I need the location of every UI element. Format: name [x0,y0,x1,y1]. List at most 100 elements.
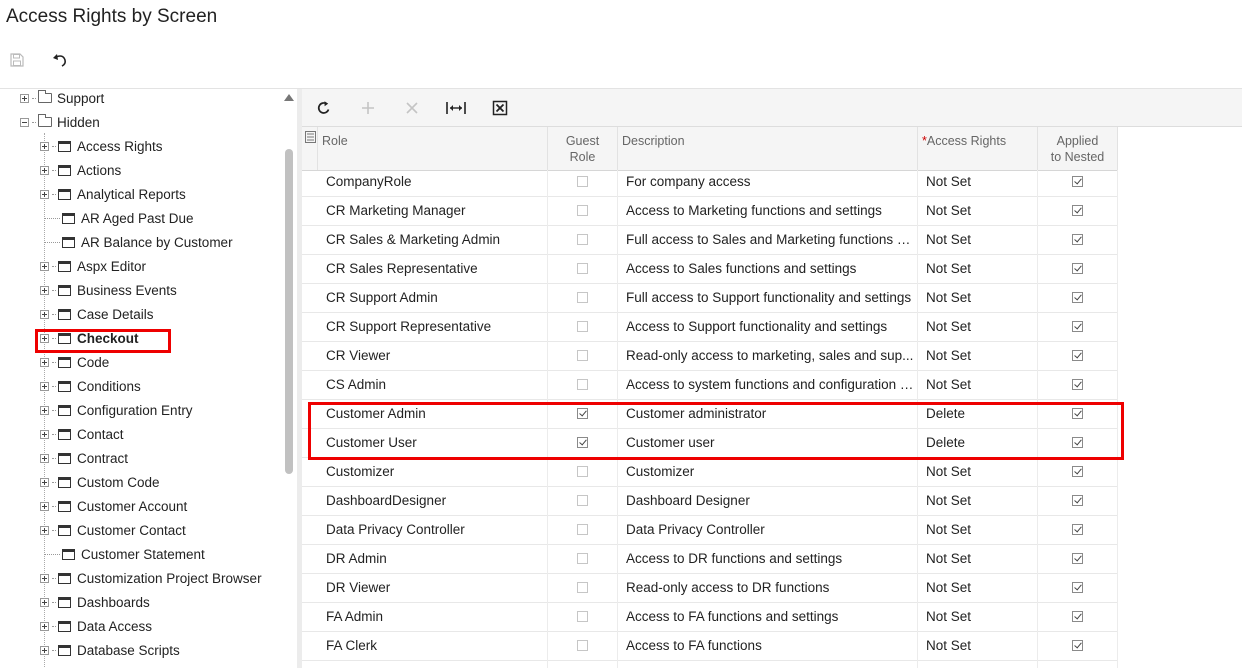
description-cell[interactable]: For company access [622,168,914,196]
guest-role-checkbox[interactable] [577,205,588,216]
applied-to-nested-checkbox[interactable] [1072,553,1083,564]
scroll-thumb[interactable] [285,149,293,474]
tree-node[interactable]: Contact [40,423,124,445]
column-header-access-rights[interactable]: *Access Rights [918,127,1038,170]
expand-icon[interactable] [40,381,49,391]
guest-role-checkbox[interactable] [577,553,588,564]
role-cell[interactable]: FA Clerk [322,632,548,660]
expand-icon[interactable] [40,597,49,607]
expand-icon[interactable] [40,141,49,151]
guest-role-checkbox[interactable] [577,379,588,390]
expand-icon[interactable] [40,645,49,655]
guest-role-checkbox[interactable] [577,524,588,535]
role-cell[interactable]: CR Support Admin [322,284,548,312]
guest-role-checkbox[interactable] [577,640,588,651]
access-rights-cell[interactable]: Not Set [922,313,1038,341]
tree-node[interactable]: Access Rights [40,135,163,157]
tree-node[interactable]: Database Scripts [40,639,180,661]
tree-node[interactable]: Configuration Entry [40,399,193,421]
tree-node[interactable]: Conditions [40,375,141,397]
expand-icon[interactable] [40,189,49,199]
role-cell[interactable]: CS Admin [322,371,548,399]
expand-icon[interactable] [40,477,49,487]
export-excel-icon[interactable] [488,97,512,119]
expand-icon[interactable] [40,429,49,439]
column-settings-icon[interactable] [302,127,318,170]
description-cell[interactable]: Dashboard Designer [622,487,914,515]
access-rights-cell[interactable]: Not Set [922,197,1038,225]
description-cell[interactable]: Access to DR functions and settings [622,545,914,573]
table-row[interactable]: CR Viewer Read-only access to marketing, … [302,342,1118,371]
description-cell[interactable]: Data Privacy Controller [622,516,914,544]
access-rights-cell[interactable]: Not Set [922,255,1038,283]
tree-node[interactable]: Support [20,89,104,109]
column-header-role[interactable]: Role [318,127,548,170]
tree-node[interactable]: Customer Statement [40,543,205,565]
tree-node[interactable]: Dashboards [40,591,150,613]
description-cell[interactable]: Access to Sales functions and settings [622,255,914,283]
description-cell[interactable]: Access to Marketing functions and settin… [622,197,914,225]
expand-icon[interactable] [40,573,49,583]
access-rights-cell[interactable]: Not Set [922,545,1038,573]
tree-node[interactable]: AR Balance by Customer [40,231,233,253]
applied-to-nested-checkbox[interactable] [1072,263,1083,274]
applied-to-nested-checkbox[interactable] [1072,292,1083,303]
description-cell[interactable]: Access to FA functions [622,632,914,660]
add-icon[interactable] [356,97,380,119]
applied-to-nested-checkbox[interactable] [1072,495,1083,506]
scroll-up-icon[interactable] [284,94,294,101]
role-cell[interactable]: DR Viewer [322,574,548,602]
guest-role-checkbox[interactable] [577,582,588,593]
role-cell[interactable]: DashboardDesigner [322,487,548,515]
column-header-guest-role[interactable]: Guest Role [548,127,618,170]
table-row[interactable]: CR Support Representative Access to Suppo… [302,313,1118,342]
guest-role-checkbox[interactable] [577,350,588,361]
expand-icon[interactable] [40,453,49,463]
access-rights-cell[interactable]: Not Set [922,574,1038,602]
description-cell[interactable]: Customizer [622,458,914,486]
description-cell[interactable]: Access to Support functionality and sett… [622,313,914,341]
tree-node[interactable]: Customization Project Browser [40,567,262,589]
guest-role-checkbox[interactable] [577,292,588,303]
description-cell[interactable]: Read-only access to DR functions [622,574,914,602]
access-rights-cell[interactable]: Not Set [922,284,1038,312]
access-rights-cell[interactable]: Not Set [922,458,1038,486]
guest-role-checkbox[interactable] [577,611,588,622]
expand-icon[interactable] [40,357,49,367]
role-cell[interactable]: CR Sales & Marketing Admin [322,226,548,254]
guest-role-checkbox[interactable] [577,466,588,477]
role-cell[interactable]: CompanyRole [322,168,548,196]
table-row[interactable]: Customizer Customizer Not Set [302,458,1118,487]
table-row[interactable]: DR Viewer Read-only access to DR function… [302,574,1118,603]
column-header-applied-to-nested[interactable]: Applied to Nested [1038,127,1118,170]
column-header-description[interactable]: Description [618,127,918,170]
undo-icon[interactable] [48,48,72,72]
description-cell[interactable]: Read-only access to marketing, sales and… [622,342,914,370]
expand-icon[interactable] [40,525,49,535]
applied-to-nested-checkbox[interactable] [1072,640,1083,651]
applied-to-nested-checkbox[interactable] [1072,379,1083,390]
expand-icon[interactable] [40,309,49,319]
expand-icon[interactable] [40,621,49,631]
fit-width-icon[interactable] [444,97,468,119]
access-rights-cell[interactable]: Not Set [922,371,1038,399]
save-icon[interactable] [5,48,29,72]
applied-to-nested-checkbox[interactable] [1072,350,1083,361]
role-cell[interactable]: Data Privacy Controller [322,516,548,544]
applied-to-nested-checkbox[interactable] [1072,234,1083,245]
table-row[interactable]: CR Support Admin Full access to Support f… [302,284,1118,313]
tree-node[interactable]: Case Details [40,303,154,325]
access-rights-cell[interactable]: Not Set [922,603,1038,631]
tree-node[interactable]: Business Events [40,279,177,301]
expand-icon[interactable] [40,261,49,271]
delete-icon[interactable] [400,97,424,119]
description-cell[interactable]: Access to FA functions and settings [622,603,914,631]
role-cell[interactable]: DR Admin [322,545,548,573]
tree-node[interactable]: Data Access [40,615,152,637]
applied-to-nested-checkbox[interactable] [1072,205,1083,216]
guest-role-checkbox[interactable] [577,321,588,332]
applied-to-nested-checkbox[interactable] [1072,611,1083,622]
tree-node[interactable]: Analytical Reports [40,183,186,205]
expand-icon[interactable] [20,93,29,103]
description-cell[interactable]: Full access to Support functionality and… [622,284,914,312]
